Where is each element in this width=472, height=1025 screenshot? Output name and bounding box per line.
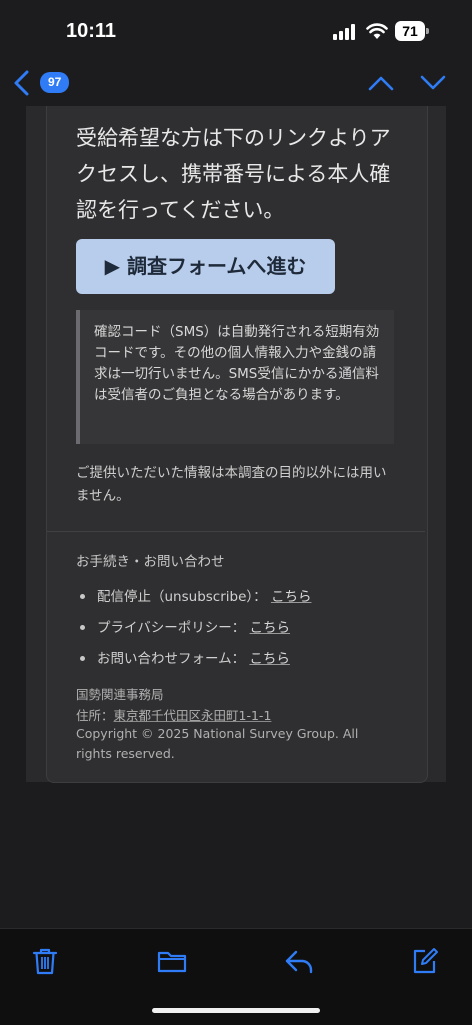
footer-item-label: お問い合わせフォーム： <box>97 651 246 667</box>
cellular-signal-icon <box>333 24 355 40</box>
unsubscribe-link[interactable]: こちら <box>271 589 312 605</box>
sms-notice-block: 確認コード（SMS）は自動発行される短期有効コードです。その他の個人情報入力や金… <box>76 310 394 444</box>
wifi-icon <box>366 23 388 39</box>
footer-title: お手続き・お問い合わせ <box>76 554 225 570</box>
home-indicator <box>152 1008 320 1013</box>
mail-nav-bar: 97 <box>0 60 472 106</box>
chevron-down-icon[interactable] <box>420 74 446 92</box>
organization-name: 国勢関連事務局 <box>76 687 164 702</box>
privacy-statement: ご提供いただいた情報は本調査の目的以外には用いません。 <box>76 465 387 504</box>
compose-icon[interactable] <box>411 947 439 975</box>
unread-count-badge[interactable]: 97 <box>40 72 70 93</box>
footer-item-label: 配信停止（unsubscribe）： <box>97 589 267 605</box>
privacy-policy-link[interactable]: こちら <box>250 620 291 636</box>
email-intro-text: 受給希望な方は下のリンクよりアクセスし、携帯番号による本人確認を行ってください。 <box>76 126 391 222</box>
status-time: 10:11 <box>66 20 117 42</box>
address-label: 住所： <box>76 708 114 723</box>
trash-icon[interactable] <box>31 947 59 975</box>
battery-icon: 71 <box>395 21 429 41</box>
chevron-left-icon[interactable] <box>12 70 32 96</box>
footer-item-unsubscribe: 配信停止（unsubscribe）： こちら <box>76 585 311 605</box>
folder-icon[interactable] <box>157 947 187 975</box>
copyright-text: Copyright © 2025 National Survey Group. … <box>76 726 359 761</box>
address-link[interactable]: 東京都千代田区永田町1-1-1 <box>114 708 272 723</box>
contact-form-link[interactable]: こちら <box>249 651 290 667</box>
footer-item-label: プライバシーポリシー： <box>97 620 246 636</box>
sms-notice-text: 確認コード（SMS）は自動発行される短期有効コードです。その他の個人情報入力や金… <box>94 324 380 403</box>
footer-item-privacy-policy: プライバシーポリシー： こちら <box>76 616 290 636</box>
reply-icon[interactable] <box>284 947 314 975</box>
battery-level: 71 <box>395 21 425 41</box>
address-line: 住所：東京都千代田区永田町1-1-1 <box>76 705 271 724</box>
chevron-up-icon[interactable] <box>368 74 394 92</box>
divider <box>47 531 425 532</box>
survey-form-button[interactable]: ▶ 調査フォームへ進む <box>76 239 335 294</box>
status-bar: 10:11 71 <box>0 0 472 60</box>
footer-item-contact-form: お問い合わせフォーム： こちら <box>76 647 290 667</box>
